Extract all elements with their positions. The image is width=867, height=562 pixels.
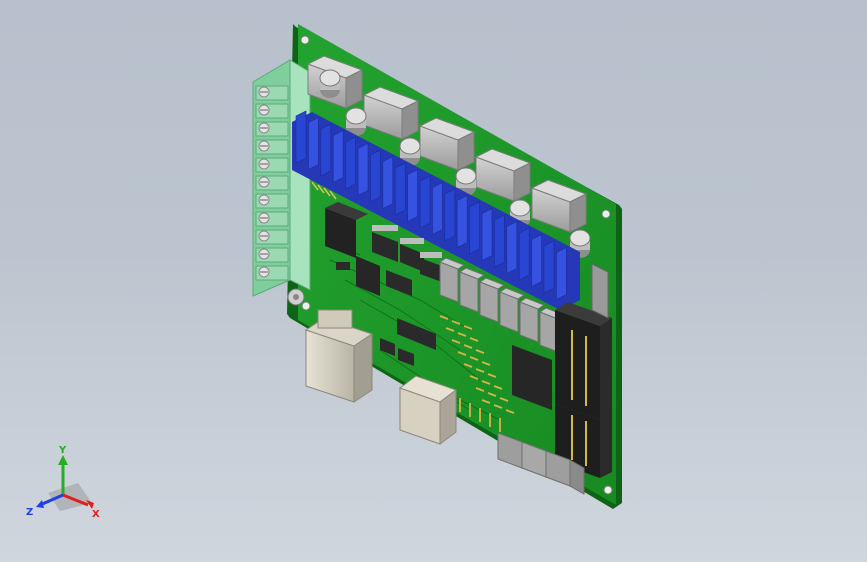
heatsink-fin — [370, 149, 381, 203]
heatsink-fin — [531, 234, 542, 287]
heatsink-fin — [419, 175, 431, 229]
terminal-screw — [255, 139, 289, 155]
z-axis-arrow — [36, 500, 44, 508]
terminal-screw — [255, 103, 289, 119]
cad-viewport[interactable]: Y X Z — [0, 0, 867, 562]
heatsink-fin — [432, 182, 443, 235]
terminal-block — [252, 59, 311, 297]
heatsink-fin — [357, 143, 369, 196]
terminal-screw — [255, 157, 289, 173]
terminal-screw — [255, 193, 289, 209]
terminal-screw — [255, 247, 289, 263]
terminal-screw — [255, 265, 289, 281]
heatsink-fin — [481, 208, 493, 261]
orientation-triad[interactable]: Y X Z — [18, 445, 108, 525]
terminal-screw — [255, 175, 289, 191]
heatsink-fin — [518, 227, 530, 281]
terminal-screw — [255, 121, 289, 137]
y-axis-label: Y — [58, 445, 67, 456]
pcb-assembly-model[interactable] — [0, 0, 867, 562]
heatsink-fin — [556, 247, 567, 300]
terminal-screw — [255, 229, 289, 245]
heatsink-fin — [506, 221, 518, 274]
heatsink-fin — [444, 188, 456, 242]
heatsink-fin — [456, 195, 468, 248]
heatsink-fin — [320, 123, 332, 177]
x-axis-label: X — [92, 509, 100, 520]
heatsink-fin — [308, 117, 319, 170]
box-header-connectors — [555, 302, 612, 478]
heatsink-fin — [394, 162, 406, 216]
heatsink-fin — [332, 130, 344, 183]
terminal-screws — [255, 85, 289, 281]
terminal-screw — [255, 211, 289, 227]
terminal-screw — [255, 85, 289, 101]
y-axis-arrow — [58, 455, 68, 465]
heatsink-fin — [345, 136, 356, 190]
z-axis-label: Z — [26, 507, 33, 518]
heatsink-fin — [469, 201, 480, 255]
heatsink-fin — [382, 156, 394, 209]
capacitor — [319, 69, 341, 98]
heatsink-fin — [407, 169, 418, 222]
heatsink-fin — [295, 110, 307, 164]
heatsink-fin — [494, 214, 505, 268]
heatsink-fin — [543, 240, 555, 294]
